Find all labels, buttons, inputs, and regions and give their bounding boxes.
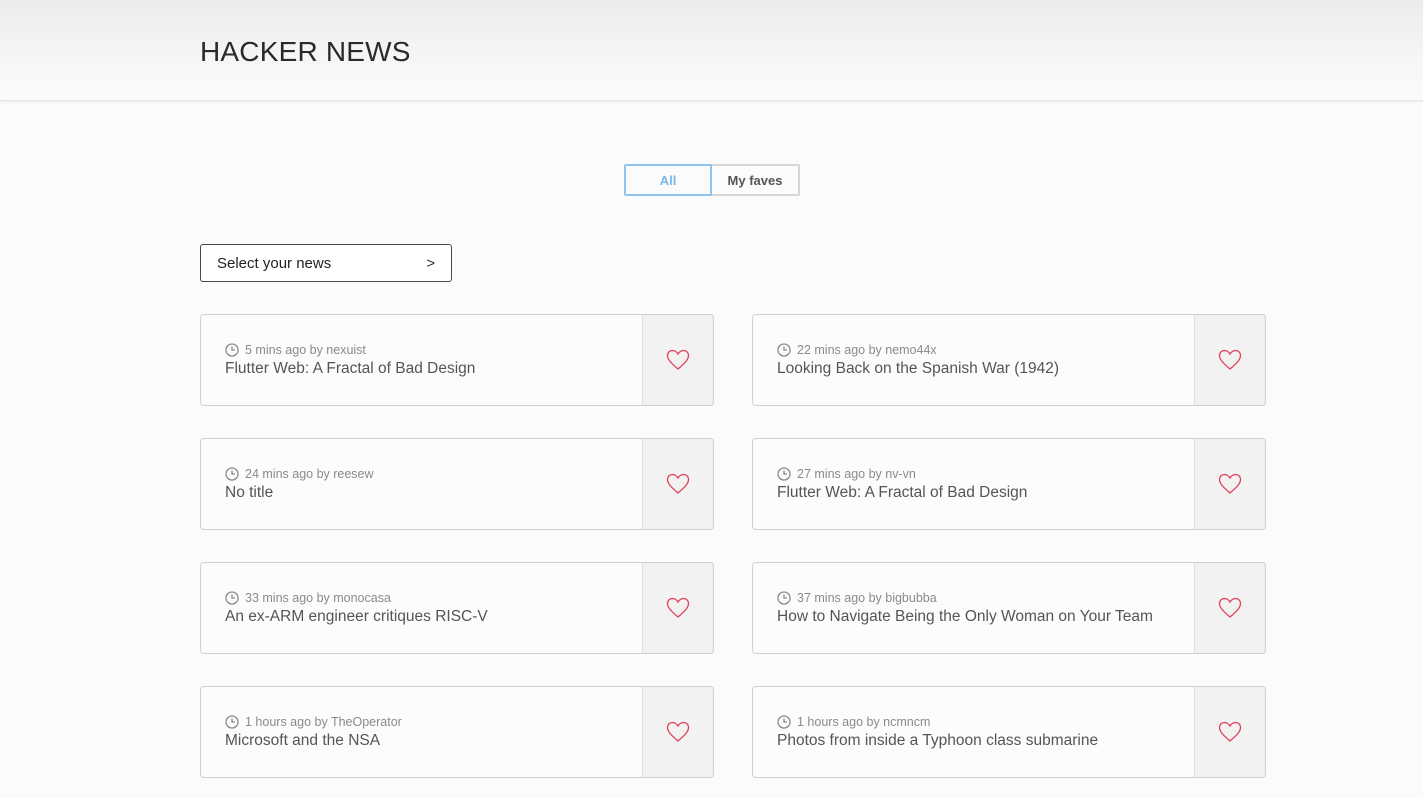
favorite-button[interactable] [642, 563, 713, 653]
favorite-button[interactable] [642, 687, 713, 777]
clock-icon [225, 467, 239, 481]
news-select-label: Select your news [217, 254, 332, 272]
clock-icon [225, 715, 239, 729]
heart-icon [1218, 721, 1242, 742]
news-meta-text: 22 mins ago by nemo44x [797, 343, 937, 357]
news-meta: 1 hours ago by ncmncm [777, 715, 1170, 729]
heart-icon [666, 349, 690, 370]
news-meta-text: 27 mins ago by nv-vn [797, 467, 916, 481]
news-meta: 1 hours ago by TheOperator [225, 715, 618, 729]
news-card[interactable]: 24 mins ago by reesew No title [200, 438, 714, 530]
tab-my-faves[interactable]: My faves [712, 164, 800, 196]
news-title[interactable]: Looking Back on the Spanish War (1942) [777, 361, 1170, 377]
heart-icon [666, 597, 690, 618]
filter-tabs: All My faves [624, 164, 800, 196]
news-meta-text: 1 hours ago by ncmncm [797, 715, 931, 729]
tab-all[interactable]: All [624, 164, 712, 196]
heart-icon [666, 473, 690, 494]
news-card-body[interactable]: 27 mins ago by nv-vn Flutter Web: A Frac… [753, 439, 1194, 529]
news-title[interactable]: Photos from inside a Typhoon class subma… [777, 733, 1170, 749]
clock-icon [777, 591, 791, 605]
news-select-dropdown[interactable]: Select your news > [200, 244, 452, 282]
app-title: HACKER NEWS [200, 36, 411, 67]
clock-icon [225, 343, 239, 357]
heart-icon [1218, 597, 1242, 618]
news-card-body[interactable]: 37 mins ago by bigbubba How to Navigate … [753, 563, 1194, 653]
news-title[interactable]: Microsoft and the NSA [225, 733, 618, 749]
news-card-body[interactable]: 1 hours ago by TheOperator Microsoft and… [201, 687, 642, 777]
news-meta-text: 24 mins ago by reesew [245, 467, 374, 481]
heart-icon [1218, 349, 1242, 370]
news-meta: 33 mins ago by monocasa [225, 591, 618, 605]
news-title[interactable]: No title [225, 485, 618, 501]
news-card-body[interactable]: 22 mins ago by nemo44x Looking Back on t… [753, 315, 1194, 405]
favorite-button[interactable] [1194, 315, 1265, 405]
clock-icon [225, 591, 239, 605]
news-card[interactable]: 33 mins ago by monocasa An ex-ARM engine… [200, 562, 714, 654]
news-card-body[interactable]: 24 mins ago by reesew No title [201, 439, 642, 529]
news-title[interactable]: Flutter Web: A Fractal of Bad Design [777, 485, 1170, 501]
news-title[interactable]: An ex-ARM engineer critiques RISC-V [225, 609, 618, 625]
chevron-right-icon: > [426, 254, 435, 272]
favorite-button[interactable] [1194, 687, 1265, 777]
favorite-button[interactable] [642, 315, 713, 405]
news-meta: 5 mins ago by nexuist [225, 343, 618, 357]
heart-icon [666, 721, 690, 742]
heart-icon [1218, 473, 1242, 494]
news-meta: 22 mins ago by nemo44x [777, 343, 1170, 357]
news-meta-text: 33 mins ago by monocasa [245, 591, 391, 605]
news-card[interactable]: 5 mins ago by nexuist Flutter Web: A Fra… [200, 314, 714, 406]
news-title[interactable]: Flutter Web: A Fractal of Bad Design [225, 361, 618, 377]
news-card[interactable]: 1 hours ago by TheOperator Microsoft and… [200, 686, 714, 778]
news-meta: 27 mins ago by nv-vn [777, 467, 1170, 481]
favorite-button[interactable] [1194, 439, 1265, 529]
news-card-body[interactable]: 5 mins ago by nexuist Flutter Web: A Fra… [201, 315, 642, 405]
news-card[interactable]: 27 mins ago by nv-vn Flutter Web: A Frac… [752, 438, 1266, 530]
news-meta-text: 1 hours ago by TheOperator [245, 715, 402, 729]
news-grid: 5 mins ago by nexuist Flutter Web: A Fra… [200, 314, 1266, 778]
clock-icon [777, 467, 791, 481]
favorite-button[interactable] [642, 439, 713, 529]
favorite-button[interactable] [1194, 563, 1265, 653]
news-title[interactable]: How to Navigate Being the Only Woman on … [777, 609, 1170, 625]
news-card[interactable]: 22 mins ago by nemo44x Looking Back on t… [752, 314, 1266, 406]
news-meta-text: 5 mins ago by nexuist [245, 343, 366, 357]
news-card[interactable]: 1 hours ago by ncmncm Photos from inside… [752, 686, 1266, 778]
news-card-body[interactable]: 33 mins ago by monocasa An ex-ARM engine… [201, 563, 642, 653]
news-card-body[interactable]: 1 hours ago by ncmncm Photos from inside… [753, 687, 1194, 777]
header: HACKER NEWS [0, 0, 1423, 101]
news-meta-text: 37 mins ago by bigbubba [797, 591, 937, 605]
news-meta: 24 mins ago by reesew [225, 467, 618, 481]
news-meta: 37 mins ago by bigbubba [777, 591, 1170, 605]
clock-icon [777, 715, 791, 729]
clock-icon [777, 343, 791, 357]
news-card[interactable]: 37 mins ago by bigbubba How to Navigate … [752, 562, 1266, 654]
